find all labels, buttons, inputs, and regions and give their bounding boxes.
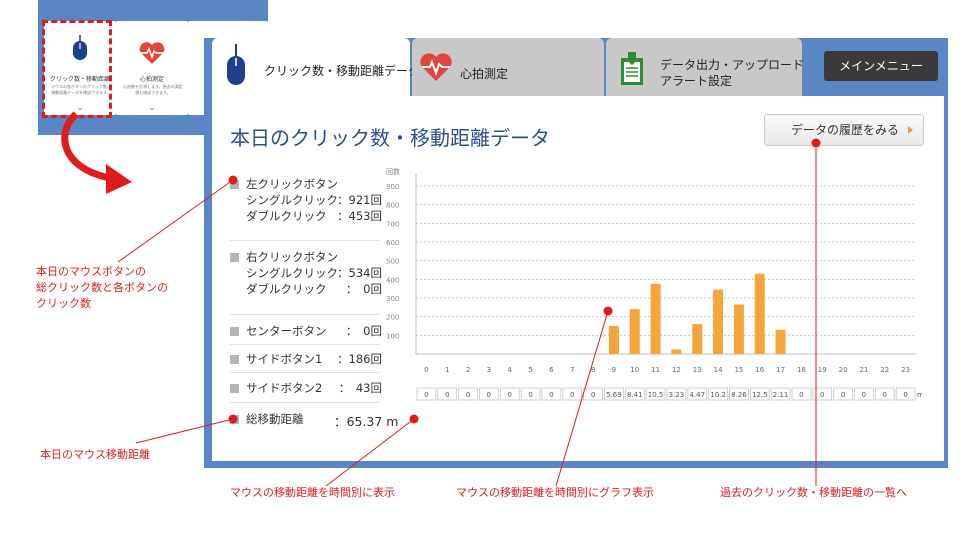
- annotation-history-list: 過去のクリック数・移動距離の一覧へ: [720, 486, 907, 499]
- annotation-mouse-buttons: 本日のマウスボタンの 総クリック数と各ボタンの クリック数: [36, 264, 168, 312]
- annotation-line: クリック数: [36, 297, 91, 310]
- annotation-distance-hourly: マウスの移動距離を時間別に表示: [230, 486, 395, 499]
- annotation-mouse-distance: 本日のマウス移動距離: [40, 448, 150, 461]
- annotation-dot: [228, 175, 238, 185]
- annotation-dot: [409, 414, 419, 424]
- annotation-line: 総クリック数と各ボタンの: [36, 281, 168, 294]
- annotation-dot: [811, 138, 821, 148]
- annotation-dot: [603, 306, 613, 316]
- annotation-dot: [228, 414, 238, 424]
- annotation-line: 本日のマウスボタンの: [36, 265, 146, 278]
- annotation-distance-graph: マウスの移動距離を時間別にグラフ表示: [456, 486, 654, 499]
